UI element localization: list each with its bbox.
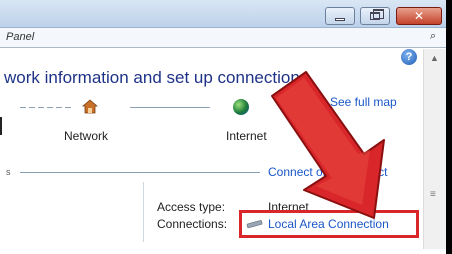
vertical-scrollbar[interactable]: ▲ ≡ — [423, 49, 446, 249]
close-button[interactable]: ✕ — [396, 7, 442, 25]
search-icon[interactable]: ⌕ — [430, 30, 436, 43]
scroll-grip-icon[interactable]: ≡ — [430, 189, 436, 200]
maximize-icon — [370, 9, 384, 20]
map-connector-line — [130, 107, 210, 108]
house-icon — [82, 99, 98, 114]
page-heading: work information and set up connections — [4, 68, 309, 87]
access-type-label: Access type: — [157, 200, 226, 214]
column-divider — [143, 182, 144, 242]
screen-edge — [446, 0, 452, 254]
window-edge-mark — [0, 117, 2, 135]
network-connection-icon[interactable] — [246, 219, 264, 229]
address-text: Panel — [6, 31, 35, 43]
scroll-up-arrow-icon[interactable]: ▲ — [430, 53, 439, 63]
connect-or-disconnect-link[interactable]: Connect or disconnect — [268, 165, 387, 179]
connections-label: Connections: — [157, 217, 228, 231]
section-divider — [20, 172, 260, 173]
section-label-fragment: s — [6, 167, 11, 177]
title-bar: ✕ — [0, 0, 446, 28]
globe-icon — [233, 99, 249, 115]
maximize-button[interactable] — [360, 7, 390, 25]
see-full-map-link[interactable]: See full map — [330, 95, 397, 109]
minimize-button[interactable] — [325, 7, 355, 25]
local-area-connection-link[interactable]: Local Area Connection — [268, 217, 389, 231]
close-icon: ✕ — [413, 9, 425, 23]
map-connector-line — [20, 107, 72, 108]
internet-label: Internet — [226, 129, 267, 143]
help-icon[interactable]: ? — [401, 49, 417, 65]
network-label: Network — [64, 129, 109, 143]
address-bar[interactable]: Panel ⌕ — [0, 28, 446, 48]
minimize-icon — [335, 17, 345, 21]
